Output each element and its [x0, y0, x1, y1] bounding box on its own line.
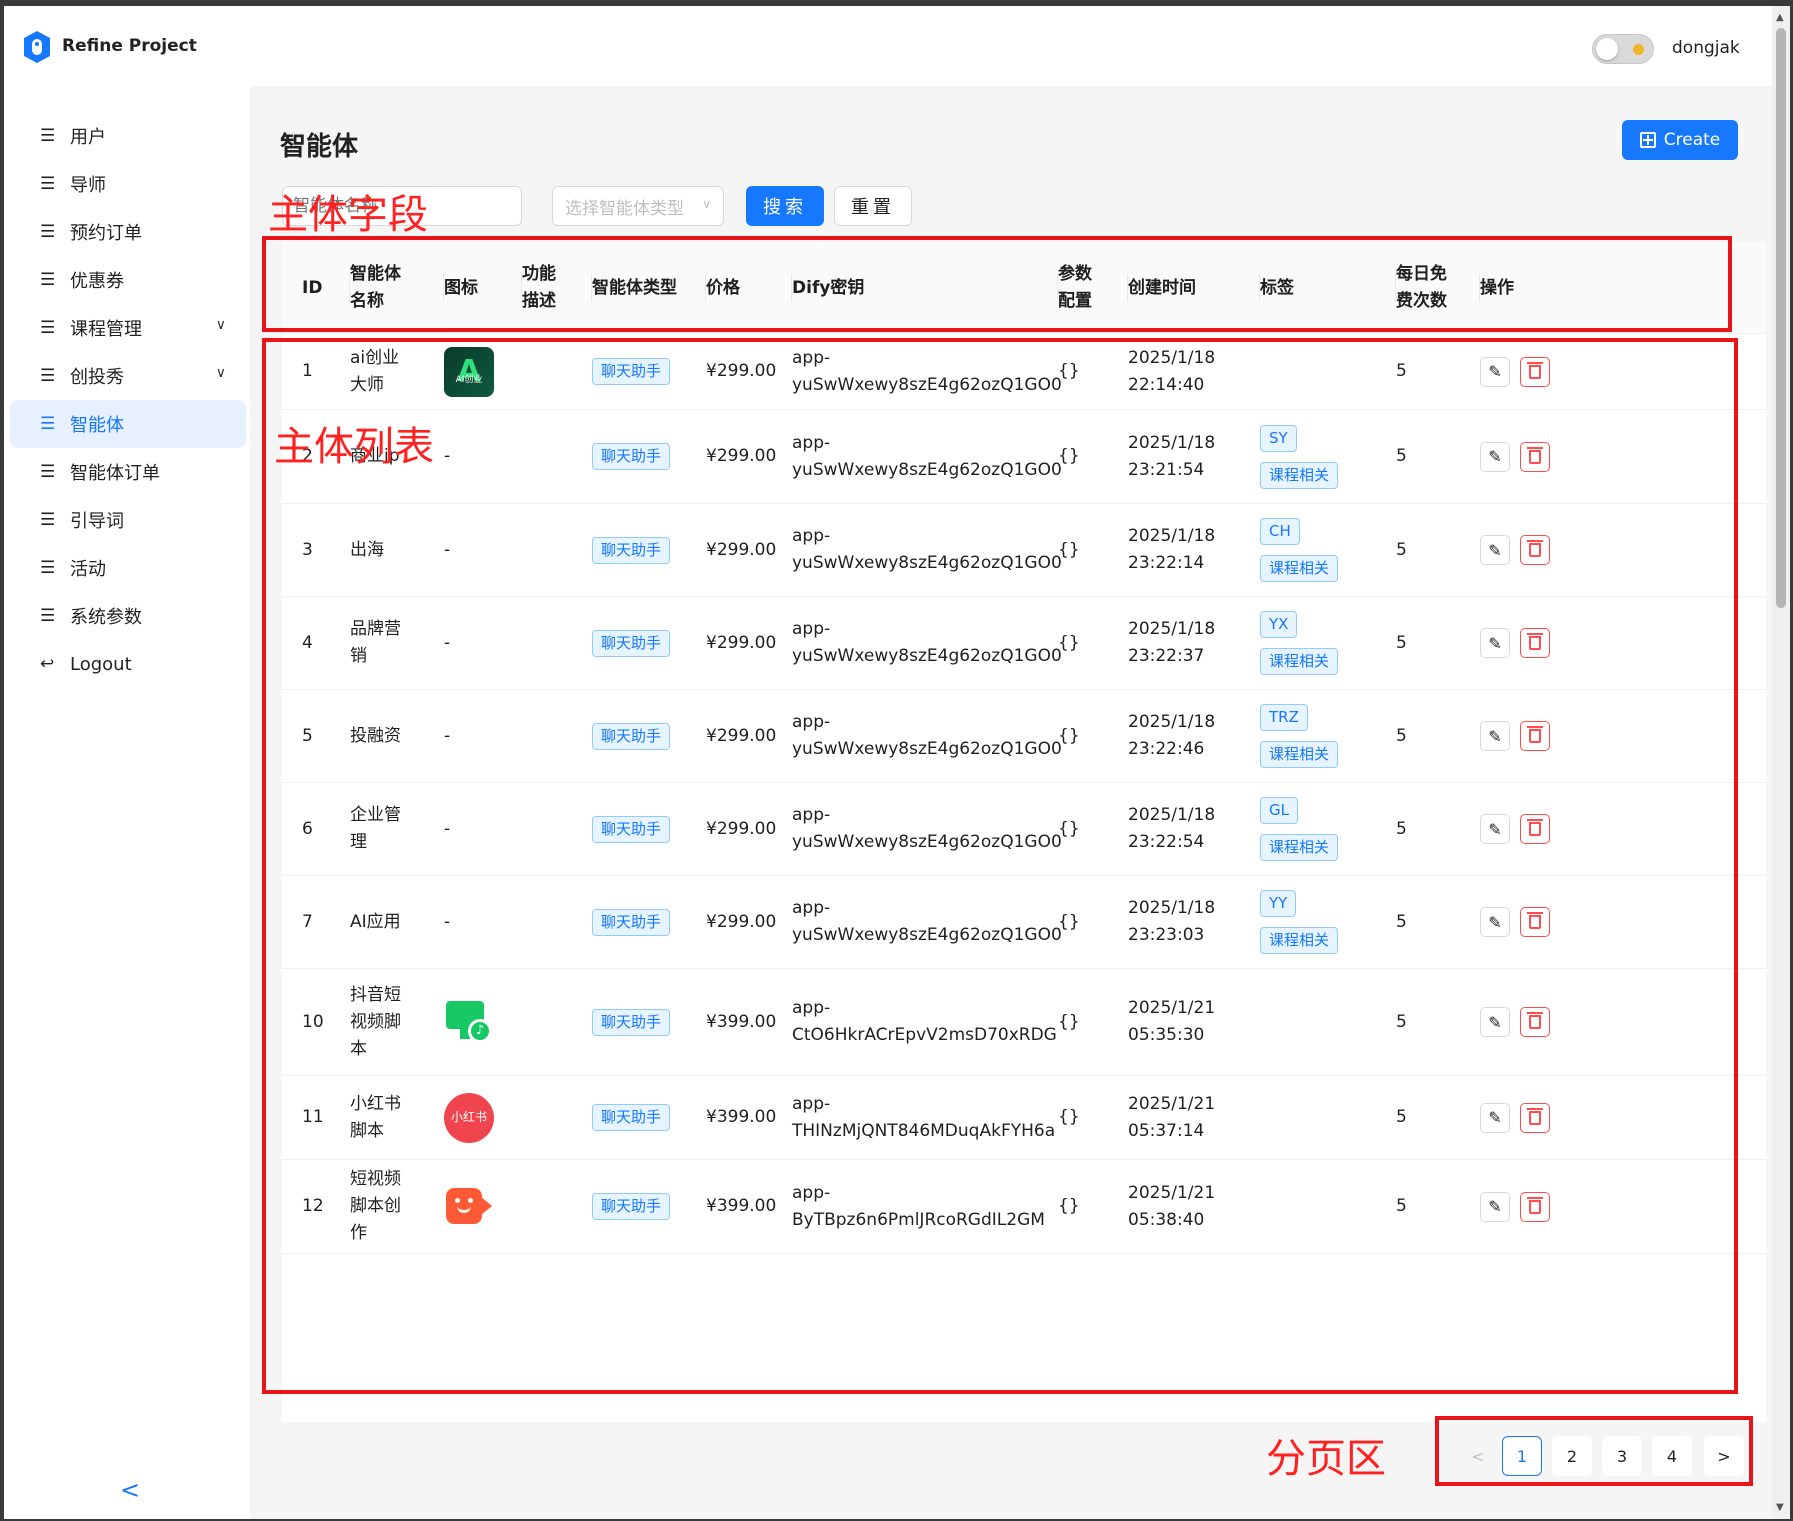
username: dongjak: [1672, 38, 1740, 58]
sidebar-item[interactable]: ☰ 优惠券: [10, 256, 246, 304]
sidebar-item[interactable]: ☰ 预约订单: [10, 208, 246, 256]
list-icon: ☰: [40, 222, 56, 242]
chevron-down-icon: ∨: [215, 317, 226, 333]
sidebar-item-label: 智能体: [70, 415, 124, 436]
sidebar-item[interactable]: ☰ 创投秀 ∨: [10, 352, 246, 400]
app-title: Refine Project: [62, 36, 197, 56]
sidebar-item-label: 系统参数: [70, 607, 142, 628]
sidebar-item[interactable]: ☰ 用户: [10, 112, 246, 160]
plus-square-icon: [1639, 132, 1656, 148]
sidebar-item-label: 活动: [70, 559, 106, 580]
page-title: 智能体: [280, 132, 359, 162]
list-icon: ☰: [40, 318, 56, 338]
sidebar-item[interactable]: ☰ 智能体: [10, 400, 246, 448]
type-select-placeholder: 选择智能体类型: [565, 198, 684, 219]
sidebar-item-label: 课程管理: [70, 319, 142, 340]
sidebar-item-label: 创投秀: [70, 367, 124, 388]
top-header: Refine Project dongjak: [4, 6, 1764, 86]
chevron-down-icon: ∨: [702, 197, 711, 211]
app-logo-icon: [24, 31, 50, 63]
list-icon: ☰: [40, 510, 56, 530]
app-window: Refine Project dongjak ☰ 用户 ☰ 导师 ☰ 预约订单 ☰ 优惠券 ☰ 课…: [4, 6, 1790, 1519]
annotation-pagination-label: 分页区: [1266, 1436, 1386, 1482]
scroll-down-arrow-icon[interactable]: ▼: [1776, 1502, 1784, 1513]
list-icon: ☰: [40, 606, 56, 626]
sidebar-item[interactable]: ☰ 课程管理 ∨: [10, 304, 246, 352]
sidebar-item[interactable]: ☰ 导师: [10, 160, 246, 208]
logout-icon: ↩: [40, 654, 55, 674]
toggle-knob: [1596, 38, 1618, 60]
scroll-up-arrow-icon[interactable]: ▲: [1776, 12, 1784, 23]
annotation-fields-box: [262, 236, 1732, 332]
scroll-thumb[interactable]: [1776, 28, 1786, 608]
vertical-scrollbar[interactable]: ▲ ▼: [1772, 6, 1790, 1519]
sidebar-item[interactable]: ↩ Logout: [10, 640, 246, 688]
sidebar-item-label: 优惠券: [70, 271, 124, 292]
sidebar-item-label: Logout: [70, 653, 132, 675]
annotation-pagination-box: [1435, 1416, 1753, 1486]
annotation-fields-label: 主体字段: [268, 192, 428, 238]
annotation-list-box: [262, 338, 1738, 1394]
sidebar-item-label: 用户: [70, 127, 106, 148]
sidebar: ☰ 用户 ☰ 导师 ☰ 预约订单 ☰ 优惠券 ☰ 课程管理 ∨ ☰ 创投秀 ∨ ☰ 智能体 ☰ 智能体订单 ☰ 引导词…: [4, 86, 250, 1519]
list-icon: ☰: [40, 126, 56, 146]
reset-button[interactable]: 重置: [834, 186, 912, 226]
sidebar-item[interactable]: ☰ 活动: [10, 544, 246, 592]
list-icon: ☰: [40, 462, 56, 482]
sidebar-item-label: 引导词: [70, 511, 124, 532]
sidebar-item-label: 导师: [70, 175, 106, 196]
sun-icon: [1633, 44, 1644, 55]
theme-toggle[interactable]: [1592, 34, 1654, 64]
sidebar-item[interactable]: ☰ 引导词: [10, 496, 246, 544]
create-label: Create: [1663, 130, 1721, 150]
chevron-down-icon: ∨: [215, 365, 226, 381]
sidebar-item[interactable]: ☰ 智能体订单: [10, 448, 246, 496]
list-icon: ☰: [40, 366, 56, 386]
sidebar-item-label: 预约订单: [70, 223, 142, 244]
collapse-sidebar-button[interactable]: <: [120, 1476, 140, 1504]
sidebar-item[interactable]: ☰ 系统参数: [10, 592, 246, 640]
agent-type-select[interactable]: 选择智能体类型 ∨: [552, 186, 724, 226]
create-button[interactable]: Create: [1622, 120, 1738, 160]
list-icon: ☰: [40, 414, 56, 434]
search-button[interactable]: 搜索: [746, 186, 824, 226]
list-icon: ☰: [40, 174, 56, 194]
list-icon: ☰: [40, 558, 56, 578]
list-icon: ☰: [40, 270, 56, 290]
sidebar-item-label: 智能体订单: [70, 463, 160, 484]
